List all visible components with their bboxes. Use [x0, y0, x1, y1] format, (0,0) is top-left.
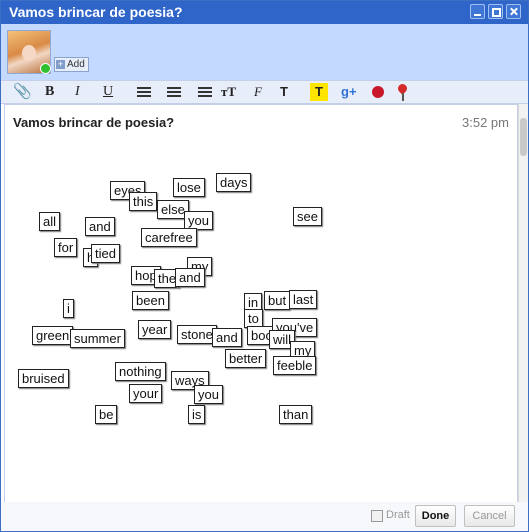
indent-icon[interactable]	[129, 83, 151, 101]
chat-window: Vamos brincar de poesia? + Add 📎 B I U тT…	[0, 0, 529, 532]
message-subject: Vamos brincar de poesia?	[13, 115, 175, 130]
italic-button[interactable]: I	[75, 83, 80, 101]
draft-label: Draft	[386, 509, 410, 521]
font-button[interactable]: F	[254, 83, 262, 101]
attach-icon[interactable]: 📎	[13, 83, 32, 101]
underline-button[interactable]: U	[103, 83, 113, 101]
word-tile[interactable]: see	[293, 207, 322, 226]
format-toolbar: 📎 B I U тT F T T g+	[1, 80, 528, 104]
add-recipient-button[interactable]: + Add	[54, 57, 89, 72]
word-tile[interactable]: year	[138, 320, 172, 339]
compose-footer: Draft Done Cancel	[1, 502, 528, 531]
map-pin-icon[interactable]	[397, 83, 409, 101]
word-tile[interactable]: all	[39, 212, 61, 231]
word-tile[interactable]: last	[289, 290, 318, 309]
word-tile[interactable]: your	[129, 384, 163, 403]
word-tile[interactable]: feeble	[273, 356, 317, 375]
add-label: Add	[67, 59, 85, 70]
word-tile[interactable]: nothing	[115, 362, 166, 381]
word-tile[interactable]: and	[85, 217, 115, 236]
window-title: Vamos brincar de poesia?	[9, 4, 183, 20]
done-button[interactable]: Done	[415, 505, 456, 527]
list-icon[interactable]	[189, 83, 212, 101]
word-tile[interactable]: lose	[173, 178, 205, 197]
draft-checkbox[interactable]	[371, 510, 383, 522]
word-tile[interactable]: for	[54, 238, 78, 257]
word-tile[interactable]: i	[63, 299, 74, 318]
word-tile[interactable]: days	[216, 173, 252, 192]
word-tile[interactable]: but	[264, 291, 291, 310]
recipients-bar: + Add	[1, 24, 528, 80]
word-tile[interactable]: be	[95, 405, 118, 424]
word-tile[interactable]: tied	[91, 244, 120, 263]
minimize-icon[interactable]	[470, 4, 485, 19]
plus-icon: +	[56, 59, 65, 69]
word-tile[interactable]: and	[212, 328, 242, 347]
bug-icon[interactable]	[370, 83, 386, 101]
word-tile[interactable]: green	[32, 326, 74, 345]
indent-lines-icon	[137, 87, 151, 97]
cancel-button[interactable]: Cancel	[464, 505, 515, 527]
word-tile[interactable]: stone	[177, 325, 217, 344]
close-icon[interactable]	[506, 4, 521, 19]
word-tile[interactable]: than	[279, 405, 313, 424]
bold-button[interactable]: B	[45, 83, 54, 101]
online-status-icon	[40, 63, 51, 74]
message-time: 3:52 pm	[462, 115, 509, 130]
maximize-icon[interactable]	[488, 4, 503, 19]
word-tile[interactable]: carefree	[141, 228, 197, 247]
google-plus-button[interactable]: g+	[341, 83, 357, 101]
content-scrollbar[interactable]	[518, 104, 528, 502]
list-lines-icon	[198, 87, 212, 97]
word-tile[interactable]: summer	[70, 329, 125, 348]
word-tile[interactable]: you	[194, 385, 223, 404]
word-tile[interactable]: been	[132, 291, 169, 310]
highlight-button[interactable]: T	[310, 83, 328, 101]
title-bar[interactable]: Vamos brincar de poesia?	[1, 1, 528, 24]
word-tile[interactable]: better	[225, 349, 267, 368]
outdent-lines-icon	[167, 87, 181, 97]
word-tile[interactable]: and	[175, 268, 205, 287]
outdent-icon[interactable]	[159, 83, 181, 101]
text-color-button[interactable]: T	[280, 83, 288, 101]
scroll-thumb[interactable]	[520, 118, 527, 156]
font-size-button[interactable]: тT	[221, 83, 236, 101]
word-tile[interactable]: is	[188, 405, 206, 424]
word-tile[interactable]: bruised	[18, 369, 69, 388]
word-tile[interactable]: this	[129, 192, 158, 211]
message-content[interactable]: Vamos brincar de poesia? 3:52 pm eyes lo…	[4, 104, 518, 504]
